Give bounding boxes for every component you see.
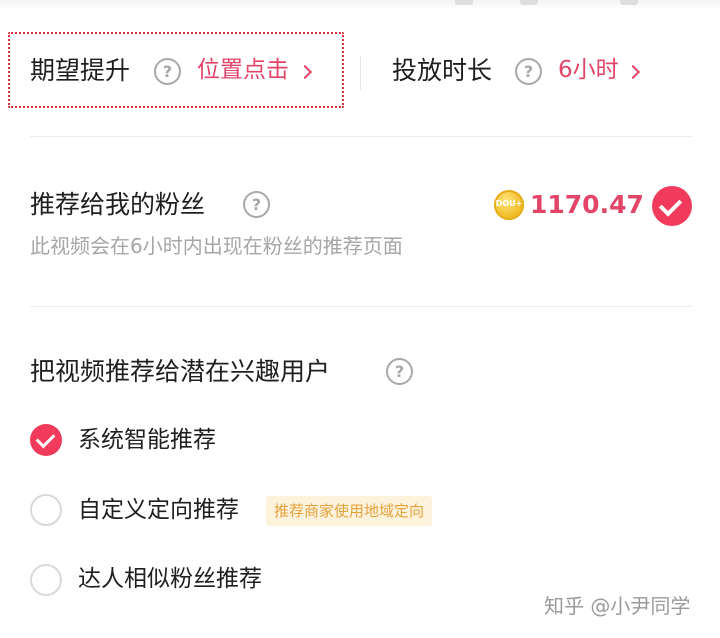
chevron-right-icon xyxy=(625,64,641,80)
option-label[interactable]: 自定义定向推荐 xyxy=(78,499,239,522)
option-label[interactable]: 达人相似粉丝推荐 xyxy=(78,568,262,591)
expect-label: 期望提升 xyxy=(30,56,131,85)
top-edge xyxy=(0,0,720,10)
question-circle-icon[interactable]: ? xyxy=(386,358,413,385)
divider xyxy=(30,306,692,307)
top-edge-nub xyxy=(455,0,473,5)
potential-title: 把视频推荐给潜在兴趣用户 xyxy=(30,357,331,386)
fans-subtitle: 此视频会在6小时内出现在粉丝的推荐页面 xyxy=(30,234,403,258)
fans-check-toggle[interactable] xyxy=(652,186,692,226)
expect-value[interactable]: 位置点击 xyxy=(197,59,289,82)
duration-label: 投放时长 xyxy=(392,56,493,85)
top-edge-nub xyxy=(520,0,538,5)
radio-unchecked-icon[interactable] xyxy=(30,494,62,526)
divider xyxy=(30,136,692,137)
vertical-divider xyxy=(360,56,361,90)
watermark: 知乎 @小尹同学 xyxy=(544,594,691,618)
option-label[interactable]: 系统智能推荐 xyxy=(78,429,216,452)
fans-amount: 1170.47 xyxy=(530,190,644,219)
top-edge-nub xyxy=(620,0,638,5)
option-tag: 推荐商家使用地域定向 xyxy=(266,496,433,526)
fans-title: 推荐给我的粉丝 xyxy=(30,190,206,219)
question-circle-icon[interactable]: ? xyxy=(243,191,270,218)
question-circle-icon[interactable]: ? xyxy=(154,58,181,85)
question-circle-icon[interactable]: ? xyxy=(515,58,542,85)
radio-unchecked-icon[interactable] xyxy=(30,564,62,596)
duration-value[interactable]: 6小时 xyxy=(558,59,619,82)
coin-text: DOU+ xyxy=(495,199,523,208)
radio-checked-icon[interactable] xyxy=(30,424,62,456)
dou-coin-icon: DOU+ xyxy=(494,190,524,220)
